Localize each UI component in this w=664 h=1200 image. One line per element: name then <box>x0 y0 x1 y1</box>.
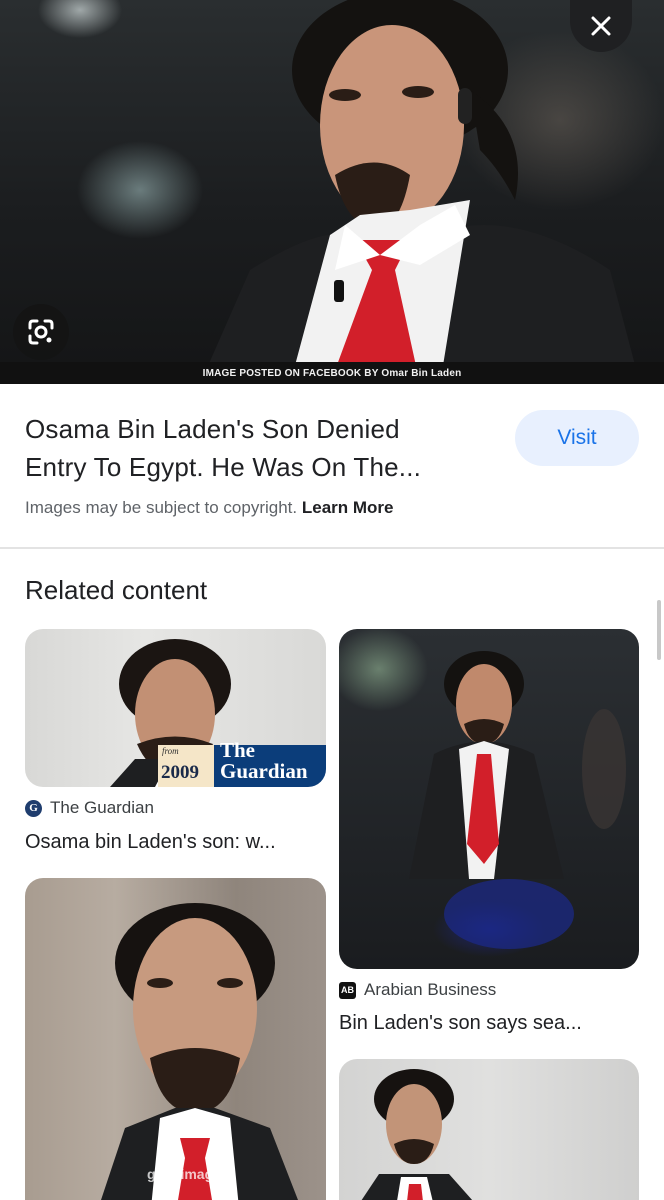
learn-more-link[interactable]: Learn More <box>302 498 394 517</box>
result-title-line1: Osama Bin Laden's Son Denied <box>25 414 400 444</box>
card-title[interactable]: Bin Laden's son says sea... <box>339 1012 582 1035</box>
arabian-business-logo-icon: AB <box>339 981 356 999</box>
related-thumbnail-arabian-business[interactable] <box>339 629 639 969</box>
thumbnail-photo <box>409 651 626 949</box>
result-title[interactable]: Osama Bin Laden's Son Denied Entry To Eg… <box>25 410 485 486</box>
card-title[interactable]: Osama bin Laden's son: w... <box>25 831 276 854</box>
card-source-name: The Guardian <box>50 798 154 817</box>
card-source-name: Arabian Business <box>364 980 497 999</box>
copyright-notice: Images may be subject to copyright. Lear… <box>25 498 394 518</box>
guardian-badge: from 2009 The Guardian <box>158 740 326 787</box>
result-title-line2: Entry To Egypt. He Was On The... <box>25 452 422 482</box>
badge-from: from 2009 <box>158 745 214 787</box>
badge-brand: The Guardian <box>214 740 326 787</box>
copyright-text: Images may be subject to copyright. <box>25 498 298 517</box>
related-content-heading: Related content <box>25 575 208 605</box>
related-thumbnail-4[interactable] <box>339 1059 639 1200</box>
visit-button[interactable]: Visit <box>515 410 639 466</box>
related-thumbnail-guardian[interactable]: from 2009 The Guardian <box>25 629 326 787</box>
google-lens-button[interactable] <box>13 304 69 360</box>
hero-photo-person <box>200 0 640 384</box>
card-source: G The Guardian <box>25 798 154 818</box>
thumbnail-photo <box>361 1069 473 1200</box>
card-source: AB Arabian Business <box>339 980 496 1000</box>
close-icon <box>591 16 611 36</box>
badge-from-label: from <box>162 746 179 756</box>
image-caption: IMAGE POSTED ON FACEBOOK BY Omar Bin Lad… <box>0 362 664 384</box>
thumbnail-photo <box>101 903 298 1200</box>
section-divider <box>0 547 664 549</box>
hero-image[interactable]: IMAGE POSTED ON FACEBOOK BY Omar Bin Lad… <box>0 0 664 384</box>
related-thumbnail-getty[interactable]: gettyimages <box>25 878 326 1200</box>
google-lens-icon <box>28 319 54 345</box>
badge-year: 2009 <box>161 762 199 783</box>
scrollbar[interactable] <box>657 600 661 660</box>
getty-watermark: gettyimages <box>147 1166 229 1182</box>
guardian-logo-icon: G <box>25 799 42 817</box>
